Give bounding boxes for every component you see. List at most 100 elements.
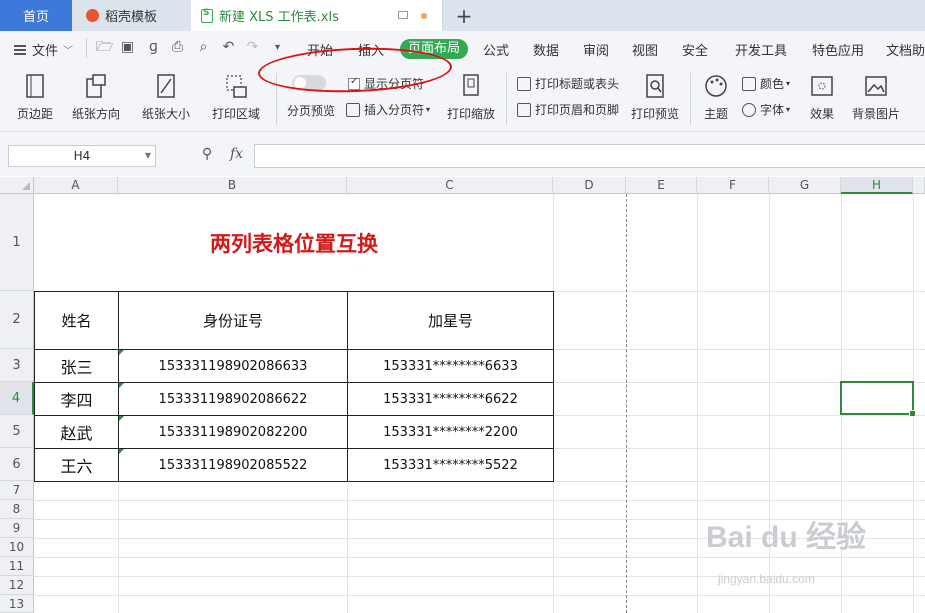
col-header-e[interactable]: E: [626, 177, 697, 194]
header-footer-icon: [517, 102, 531, 117]
tab-daoke-templates[interactable]: 稻壳模板: [72, 0, 190, 31]
margins-button[interactable]: 页边距: [10, 65, 60, 122]
print-preview-icon[interactable]: ⌕: [196, 40, 211, 55]
page-break-line: [626, 194, 627, 613]
row-header-10[interactable]: 10: [0, 538, 34, 557]
spreadsheet-file-icon: [201, 8, 213, 23]
row-header-7[interactable]: 7: [0, 481, 34, 500]
header-cell-name[interactable]: 姓名: [34, 291, 119, 350]
tab-review[interactable]: 审阅: [583, 40, 609, 59]
col-header-d[interactable]: D: [553, 177, 626, 194]
select-all-corner[interactable]: [0, 177, 34, 194]
page-preview-button[interactable]: 分页预览: [287, 102, 335, 119]
name-cell[interactable]: 李四: [34, 382, 119, 416]
header-cell-id[interactable]: 身份证号: [118, 291, 348, 350]
row-header-8[interactable]: 8: [0, 500, 34, 519]
col-header-f[interactable]: F: [697, 177, 769, 194]
open-folder-icon[interactable]: 🗁: [96, 40, 113, 55]
masked-cell[interactable]: 153331********6622: [347, 382, 554, 416]
print-preview-button[interactable]: 打印预览: [628, 65, 682, 122]
undo-icon[interactable]: ↶: [221, 40, 236, 55]
tab-developer[interactable]: 开发工具: [735, 40, 787, 59]
row-header-9[interactable]: 9: [0, 519, 34, 538]
file-menu[interactable]: 文件 ﹀: [14, 40, 73, 59]
orientation-label: 纸张方向: [71, 107, 120, 121]
palette-icon: [705, 75, 727, 97]
page-preview-label: 分页预览: [287, 104, 336, 118]
tab-view[interactable]: 视图: [632, 40, 658, 59]
id-cell[interactable]: 153331198902086633: [118, 349, 348, 383]
name-cell[interactable]: 王六: [34, 448, 119, 482]
format-painter-icon[interactable]: ɡ: [146, 40, 161, 55]
row-header-13[interactable]: 13: [0, 595, 34, 613]
colors-button[interactable]: 颜色 ▾: [742, 75, 790, 92]
ribbon-toolbar: 页边距 纸张方向 纸张大小 打印区域 分页预览 显示分页符 插入分页符 ▾ 打印…: [0, 65, 925, 132]
row-header-12[interactable]: 12: [0, 576, 34, 595]
row-header-3[interactable]: 3: [0, 349, 34, 382]
col-header-a[interactable]: A: [34, 177, 118, 194]
print-icon[interactable]: ⎙: [170, 40, 185, 55]
unsaved-dot-icon: [421, 13, 427, 19]
row-header-6[interactable]: 6: [0, 448, 34, 481]
new-tab-button[interactable]: +: [452, 0, 476, 31]
tab-active-file[interactable]: 新建 XLS 工作表.xls: [191, 0, 443, 31]
insert-pagebreak-button[interactable]: 插入分页符 ▾: [346, 101, 430, 118]
name-box[interactable]: H4 ▼: [8, 145, 156, 167]
masked-cell[interactable]: 153331********2200: [347, 415, 554, 449]
margins-label: 页边距: [16, 107, 53, 121]
fx-icon[interactable]: fx: [230, 146, 243, 162]
tab-doc-assistant[interactable]: 文档助手: [886, 40, 925, 59]
tab-data[interactable]: 数据: [533, 40, 559, 59]
row-header-4[interactable]: 4: [0, 382, 34, 415]
effects-button[interactable]: 效果: [802, 65, 842, 122]
chevron-down-icon: ▾: [426, 105, 431, 114]
table-row: 王六 153331198902085522 153331********5522: [34, 448, 554, 482]
active-cell-h4[interactable]: [840, 381, 916, 417]
tab-security[interactable]: 安全: [682, 40, 708, 59]
chevron-down-icon[interactable]: ▼: [145, 146, 151, 166]
print-area-button[interactable]: 打印区域: [206, 65, 266, 122]
col-header-b[interactable]: B: [118, 177, 347, 194]
col-header-g[interactable]: G: [769, 177, 841, 194]
row-header-1[interactable]: 1: [0, 194, 34, 291]
masked-cell[interactable]: 153331********6633: [347, 349, 554, 383]
redo-icon[interactable]: ↷: [245, 40, 260, 55]
save-icon[interactable]: ▣: [120, 40, 135, 55]
print-titles-icon: [517, 76, 531, 91]
col-header-h[interactable]: H: [841, 177, 913, 194]
tab-home[interactable]: 首页: [0, 0, 72, 31]
col-header-i[interactable]: [913, 177, 925, 194]
id-cell[interactable]: 153331198902082200: [118, 415, 348, 449]
fonts-button[interactable]: 字体 ▾: [742, 101, 790, 118]
background-image-button[interactable]: 背景图片: [848, 65, 904, 122]
name-cell[interactable]: 张三: [34, 349, 119, 383]
orientation-button[interactable]: 纸张方向: [66, 65, 126, 122]
row-header-2[interactable]: 2: [0, 291, 34, 349]
zoom-search-icon[interactable]: ⚲: [202, 146, 212, 162]
print-titles-button[interactable]: 打印标题或表头: [517, 75, 619, 92]
tab-special[interactable]: 特色应用: [812, 40, 864, 59]
id-value: 153331198902086622: [158, 391, 308, 407]
name-cell[interactable]: 赵武: [34, 415, 119, 449]
screen-icon[interactable]: [398, 11, 408, 19]
theme-button[interactable]: 主题: [696, 65, 736, 122]
header-cell-masked[interactable]: 加星号: [347, 291, 554, 350]
tab-formulas[interactable]: 公式: [483, 40, 509, 59]
id-value: 153331198902082200: [158, 424, 308, 440]
id-cell[interactable]: 153331198902086622: [118, 382, 348, 416]
masked-cell[interactable]: 153331********5522: [347, 448, 554, 482]
header-footer-button[interactable]: 打印页眉和页脚: [517, 101, 619, 118]
row-header-11[interactable]: 11: [0, 557, 34, 576]
sheet-title-cell[interactable]: 两列表格位置互换: [35, 195, 553, 291]
print-scale-label: 打印缩放: [446, 107, 495, 121]
tab-daoke-label: 稻壳模板: [105, 10, 158, 25]
font-icon: [742, 102, 756, 117]
col-header-c[interactable]: C: [347, 177, 553, 194]
print-scale-button[interactable]: 打印缩放: [440, 65, 502, 122]
formula-input[interactable]: [254, 144, 925, 168]
id-cell[interactable]: 153331198902085522: [118, 448, 348, 482]
page-size-button[interactable]: 纸张大小: [136, 65, 196, 122]
more-icon[interactable]: ▾: [270, 40, 285, 55]
row-header-5[interactable]: 5: [0, 415, 34, 448]
theme-label: 主题: [703, 107, 728, 121]
